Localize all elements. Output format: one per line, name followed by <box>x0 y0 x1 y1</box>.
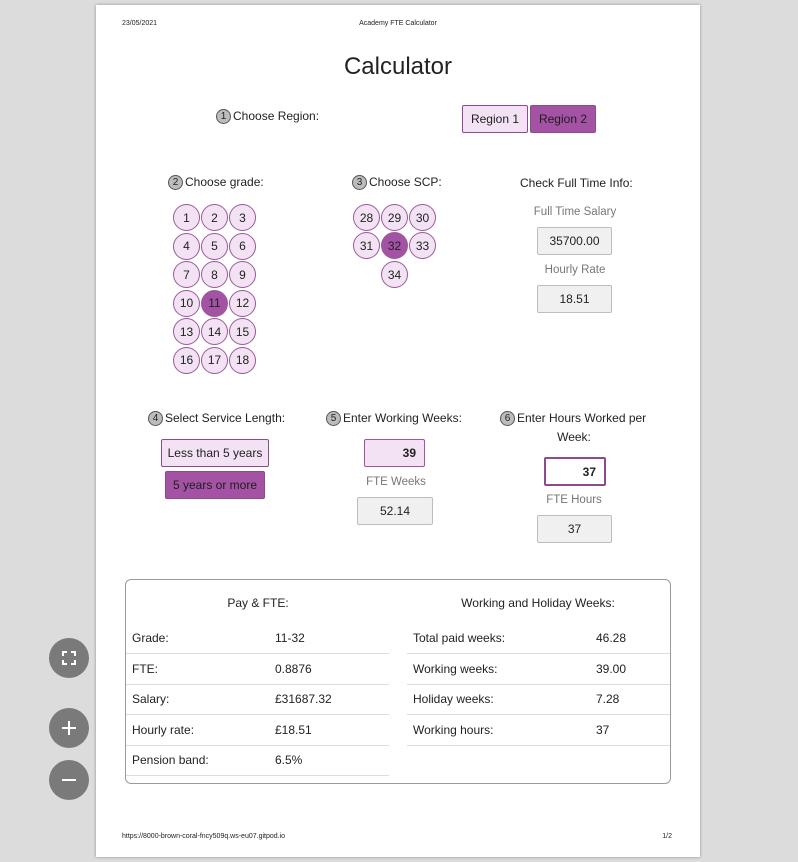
summary-row-label: Total paid weeks: <box>413 631 506 645</box>
region-1-button[interactable]: Region 1 <box>462 105 528 133</box>
step-number-badge: 6 <box>500 411 515 426</box>
full-time-salary-label: Full Time Salary <box>533 206 617 218</box>
summary-row: Total paid weeks: 46.28 <box>407 623 670 654</box>
summary-row-label: Holiday weeks: <box>413 692 494 706</box>
fte-hours-value: 37 <box>537 515 612 543</box>
grade-option[interactable]: 4 <box>173 232 200 260</box>
scp-option[interactable]: 28 <box>353 204 380 231</box>
grade-option[interactable]: 9 <box>229 261 256 288</box>
summary-row-label: Salary: <box>132 692 170 706</box>
summary-row-label: Hourly rate: <box>132 722 195 737</box>
summary-row-value: 11-32 <box>275 631 305 645</box>
summary-row-value: 6.5% <box>275 753 303 767</box>
scp-option[interactable]: 30 <box>409 204 436 231</box>
summary-row-label: FTE: <box>132 661 158 676</box>
step-number-badge: 4 <box>148 411 163 426</box>
scp-option[interactable]: 32 <box>381 232 408 259</box>
grade-option[interactable]: 10 <box>173 289 200 317</box>
service-5-or-more-button[interactable]: 5 years or more <box>165 471 265 499</box>
scp-option[interactable]: 33 <box>409 232 436 259</box>
fte-weeks-value: 52.14 <box>357 497 433 525</box>
hourly-rate-label: Hourly Rate <box>544 264 606 276</box>
service-less-than-5-button[interactable]: Less than 5 years <box>161 439 269 467</box>
summary-row: Holiday weeks: 7.28 <box>407 684 670 715</box>
grade-option[interactable]: 8 <box>201 261 228 288</box>
page-title: Calculator <box>343 53 453 80</box>
summary-row-label: Grade: <box>132 631 169 645</box>
zoom-out-button[interactable] <box>49 760 89 800</box>
zoom-in-button[interactable] <box>49 708 89 748</box>
step-grade-label: 2 Choose grade: <box>168 175 264 190</box>
pay-fte-heading: Pay & FTE: <box>227 596 289 610</box>
step-number-badge: 1 <box>216 109 231 124</box>
summary-row-value: 37 <box>596 722 610 737</box>
step-number-badge: 2 <box>168 175 183 190</box>
footer-url: https://8000-brown-coral-fncy509q.ws-eu0… <box>122 833 286 840</box>
summary-row: FTE: 0.8876 <box>126 654 389 685</box>
summary-row: Working weeks: 39.00 <box>407 654 670 685</box>
summary-row-label: Working weeks: <box>413 661 498 676</box>
step-number-badge: 3 <box>352 175 367 190</box>
step-number-badge: 5 <box>326 411 341 426</box>
step-hours-label-line2: Week: <box>557 430 591 444</box>
step-region-label: 1 Choose Region: <box>216 109 319 124</box>
full-time-salary-value: 35700.00 <box>537 227 612 255</box>
summary-row-value: 7.28 <box>596 692 620 706</box>
hours-worked-input[interactable] <box>544 457 606 486</box>
summary-row-label: Working hours: <box>413 722 494 737</box>
grade-option[interactable]: 16 <box>173 346 200 374</box>
working-weeks-input[interactable] <box>364 439 425 467</box>
full-time-info-heading: Check Full Time Info: <box>520 176 633 190</box>
summary-row-value: £31687.32 <box>275 692 332 706</box>
summary-row: Hourly rate: £18.51 <box>126 715 389 746</box>
grade-option[interactable]: 18 <box>229 346 256 374</box>
summary-panel: Pay & FTE: Working and Holiday Weeks: Gr… <box>125 579 671 784</box>
scp-option[interactable]: 34 <box>381 261 408 288</box>
grade-option[interactable]: 5 <box>201 232 228 260</box>
grade-option[interactable]: 17 <box>201 346 228 374</box>
grade-option[interactable]: 11 <box>201 289 228 317</box>
summary-row: Grade: 11-32 <box>126 623 389 654</box>
grade-option[interactable]: 12 <box>229 289 256 317</box>
grade-option[interactable]: 13 <box>173 318 200 345</box>
scp-option[interactable]: 29 <box>381 204 408 231</box>
fullscreen-button[interactable] <box>49 638 89 678</box>
region-2-button[interactable]: Region 2 <box>530 105 596 133</box>
zoom-out-icon <box>62 779 76 781</box>
header-title: Academy FTE Calculator <box>359 20 437 27</box>
fte-weeks-label: FTE Weeks <box>366 476 426 488</box>
step-scp-label: 3 Choose SCP: <box>352 175 442 190</box>
working-holiday-heading: Working and Holiday Weeks: <box>461 596 615 610</box>
grade-option[interactable]: 2 <box>201 204 228 231</box>
scp-option[interactable]: 31 <box>353 232 380 259</box>
pdf-page: 23/05/2021 Academy FTE Calculator Calcul… <box>96 5 700 857</box>
step-hours-label: 6 Enter Hours Worked per <box>500 411 646 426</box>
zoom-in-icon <box>62 721 76 735</box>
grade-option[interactable]: 6 <box>229 232 256 260</box>
summary-row: Salary: £31687.32 <box>126 684 389 715</box>
summary-row-label: Pension band: <box>132 753 209 767</box>
fte-hours-label: FTE Hours <box>546 494 602 506</box>
step-weeks-label: 5 Enter Working Weeks: <box>326 411 462 426</box>
summary-row-value: £18.51 <box>275 722 312 737</box>
grade-option[interactable]: 14 <box>201 318 228 345</box>
summary-row: Working hours: 37 <box>407 715 670 746</box>
summary-row-value: 39.00 <box>596 661 627 676</box>
step-service-label: 4 Select Service Length: <box>148 411 285 426</box>
grade-option[interactable]: 15 <box>229 318 256 345</box>
grade-option[interactable]: 1 <box>173 204 200 231</box>
footer-page-number: 1/2 <box>662 833 672 840</box>
fullscreen-icon <box>62 651 76 665</box>
grade-option[interactable]: 7 <box>173 261 200 288</box>
grade-option[interactable]: 3 <box>229 204 256 231</box>
summary-row-value: 0.8876 <box>275 661 312 676</box>
summary-row: Pension band: 6.5% <box>126 745 389 776</box>
summary-row-value: 46.28 <box>596 631 627 645</box>
hourly-rate-value: 18.51 <box>537 285 612 313</box>
